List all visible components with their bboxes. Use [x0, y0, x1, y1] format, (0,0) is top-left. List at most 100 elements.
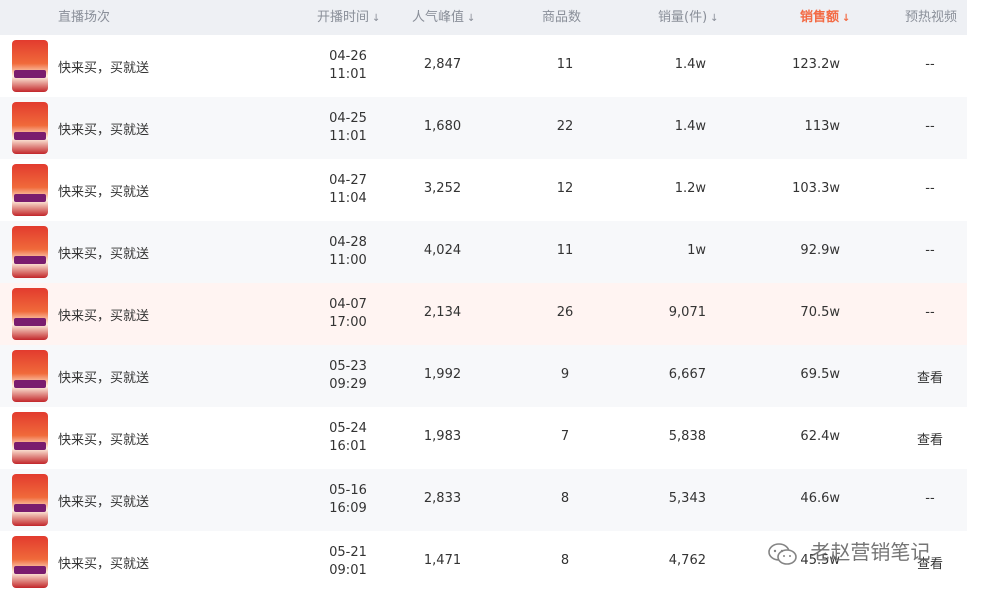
sales-amount: 46.6w — [800, 491, 840, 506]
start-time: 04-07 17:00 — [319, 296, 377, 332]
sales-amount: 62.4w — [800, 429, 840, 444]
header-peak-popularity[interactable]: 人气峰值 ↓ — [412, 0, 475, 35]
start-date: 05-21 — [329, 545, 367, 560]
peak-popularity: 3,252 — [423, 181, 462, 196]
product-thumbnail — [12, 474, 48, 526]
start-time: 05-21 09:01 — [319, 544, 377, 580]
session-title[interactable]: 快来买，买就送 — [58, 119, 149, 138]
goods-count: 26 — [556, 305, 574, 320]
product-thumbnail — [12, 536, 48, 588]
start-clock: 16:09 — [329, 501, 367, 516]
peak-popularity: 2,847 — [423, 57, 462, 72]
session-title[interactable]: 快来买，买就送 — [58, 429, 149, 448]
session-title[interactable]: 快来买，买就送 — [58, 243, 149, 262]
sales-volume: 9,071 — [668, 305, 706, 320]
sales-volume: 1.2w — [674, 181, 706, 196]
preheat-video-link: -- — [925, 119, 935, 134]
goods-count: 9 — [560, 367, 570, 382]
goods-count: 11 — [556, 243, 574, 258]
wechat-icon — [768, 542, 797, 565]
start-clock: 11:01 — [329, 67, 367, 82]
start-time: 04-27 11:04 — [319, 172, 377, 208]
table-row[interactable]: 快来买，买就送 05-24 16:01 1,983 7 5,838 62.4w 查看 — [0, 407, 967, 469]
sales-volume: 5,838 — [668, 429, 706, 444]
product-thumbnail — [12, 164, 48, 216]
sales-volume: 1.4w — [674, 119, 706, 134]
sales-amount: 123.2w — [792, 57, 840, 72]
header-preheat-video: 预热视频 — [905, 10, 958, 25]
sales-volume: 1.4w — [674, 57, 706, 72]
table-body: 快来买，买就送 04-26 11:01 2,847 11 1.4w 123.2w -- 快来买，… — [0, 35, 967, 593]
session-title[interactable]: 快来买，买就送 — [58, 367, 149, 386]
start-clock: 09:29 — [329, 377, 367, 392]
start-date: 05-23 — [329, 359, 367, 374]
start-date: 04-26 — [329, 49, 367, 64]
peak-popularity: 2,833 — [423, 491, 462, 506]
watermark-text: 老赵营销笔记 — [810, 540, 931, 564]
sort-down-icon: ↓ — [372, 13, 381, 24]
peak-popularity: 1,983 — [423, 429, 462, 444]
session-title[interactable]: 快来买，买就送 — [58, 57, 149, 76]
preheat-video-link: -- — [925, 491, 935, 506]
table-row[interactable]: 快来买，买就送 04-25 11:01 1,680 22 1.4w 113w -- — [0, 97, 967, 159]
sales-amount: 69.5w — [800, 367, 840, 382]
peak-popularity: 1,992 — [423, 367, 462, 382]
sales-volume: 5,343 — [668, 491, 706, 506]
goods-count: 8 — [560, 491, 570, 506]
start-clock: 11:00 — [329, 253, 367, 268]
start-clock: 16:01 — [329, 439, 367, 454]
preheat-video-link[interactable]: 查看 — [900, 429, 960, 448]
session-title[interactable]: 快来买，买就送 — [58, 553, 149, 572]
table-row[interactable]: 快来买，买就送 04-28 11:00 4,024 11 1w 92.9w -- — [0, 221, 967, 283]
goods-count: 22 — [556, 119, 574, 134]
preheat-video-link: -- — [925, 305, 935, 320]
start-time: 04-25 11:01 — [319, 110, 377, 146]
table-row[interactable]: 快来买，买就送 04-26 11:01 2,847 11 1.4w 123.2w -- — [0, 35, 967, 97]
start-clock: 09:01 — [329, 563, 367, 578]
watermark: 老赵营销笔记 — [768, 536, 978, 566]
start-time: 04-26 11:01 — [319, 48, 377, 84]
start-date: 04-27 — [329, 173, 367, 188]
table-row[interactable]: 快来买，买就送 05-16 16:09 2,833 8 5,343 46.6w -- — [0, 469, 967, 531]
start-date: 04-25 — [329, 111, 367, 126]
goods-count: 7 — [560, 429, 570, 444]
product-thumbnail — [12, 226, 48, 278]
table-row[interactable]: 快来买，买就送 05-23 09:29 1,992 9 6,667 69.5w 查看 — [0, 345, 967, 407]
sales-volume: 6,667 — [668, 367, 706, 382]
preheat-video-link: -- — [925, 243, 935, 258]
peak-popularity: 1,471 — [423, 553, 462, 568]
product-thumbnail — [12, 412, 48, 464]
preheat-video-link[interactable]: 查看 — [900, 367, 960, 386]
start-date: 04-07 — [329, 297, 367, 312]
start-time: 05-23 09:29 — [319, 358, 377, 394]
sales-amount: 113w — [804, 119, 840, 134]
sales-volume: 4,762 — [668, 553, 706, 568]
preheat-video-link: -- — [925, 181, 935, 196]
header-session: 直播场次 — [58, 10, 111, 25]
session-title[interactable]: 快来买，买就送 — [58, 181, 149, 200]
peak-popularity: 2,134 — [423, 305, 462, 320]
product-thumbnail — [12, 350, 48, 402]
sales-volume: 1w — [687, 243, 706, 258]
product-thumbnail — [12, 40, 48, 92]
goods-count: 8 — [560, 553, 570, 568]
session-title[interactable]: 快来买，买就送 — [58, 305, 149, 324]
header-sales-volume[interactable]: 销量(件) ↓ — [658, 0, 719, 35]
preheat-video-link: -- — [925, 57, 935, 72]
sales-amount: 92.9w — [800, 243, 840, 258]
session-title[interactable]: 快来买，买就送 — [58, 491, 149, 510]
start-clock: 17:00 — [329, 315, 367, 330]
product-thumbnail — [12, 102, 48, 154]
live-session-table: 直播场次 开播时间 ↓ 人气峰值 ↓ 商品数 销量(件) ↓ 销售额 ↓ 预热视频 快来… — [0, 0, 967, 593]
table-row[interactable]: 快来买，买就送 04-27 11:04 3,252 12 1.2w 103.3w -- — [0, 159, 967, 221]
sales-amount: 103.3w — [792, 181, 840, 196]
start-date: 05-16 — [329, 483, 367, 498]
header-start-time[interactable]: 开播时间 ↓ — [317, 0, 380, 35]
table-row[interactable]: 快来买，买就送 04-07 17:00 2,134 26 9,071 70.5w -- — [0, 283, 967, 345]
header-goods-count: 商品数 — [542, 10, 582, 25]
header-sales-amount[interactable]: 销售额 ↓ — [800, 0, 850, 35]
sort-down-icon: ↓ — [467, 13, 476, 24]
start-time: 05-24 16:01 — [319, 420, 377, 456]
goods-count: 11 — [556, 57, 574, 72]
start-date: 05-24 — [329, 421, 367, 436]
